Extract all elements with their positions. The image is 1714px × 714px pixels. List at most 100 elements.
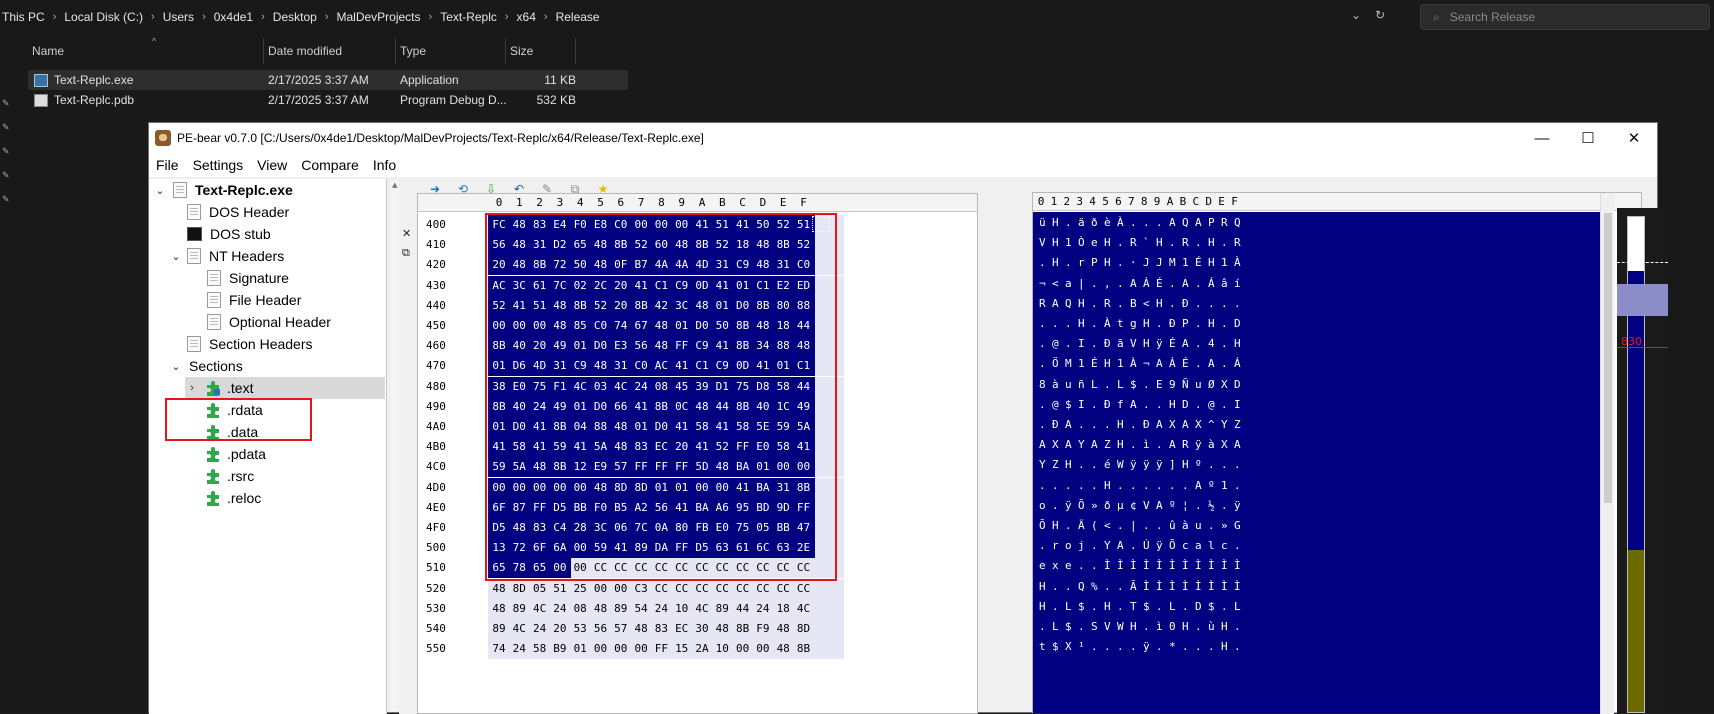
hex-byte[interactable]: 48 — [711, 619, 733, 639]
pin-icon[interactable]: ✎ — [2, 170, 10, 181]
hex-byte[interactable]: 48 — [488, 579, 510, 599]
hex-byte[interactable]: CC — [772, 579, 794, 599]
tree-item-section-reloc[interactable]: .reloc — [205, 487, 261, 509]
hex-byte[interactable]: 4C — [529, 599, 551, 619]
menu-info[interactable]: Info — [366, 157, 403, 173]
hex-byte[interactable]: 53 — [569, 619, 591, 639]
ascii-row[interactable]: ...H.ÀtgH.ÐP.H.D — [1039, 314, 1247, 334]
hex-byte[interactable]: CC — [711, 579, 733, 599]
ascii-row[interactable]: . H. r P H. · J J M 1 É H 1 À — [1039, 253, 1247, 273]
hex-byte[interactable]: 00 — [590, 579, 612, 599]
hex-byte[interactable]: 00 — [752, 639, 774, 659]
hex-byte[interactable]: 89 — [610, 599, 632, 619]
ascii-row[interactable]: R A Q H. R. B < H. Ð.... — [1039, 294, 1247, 314]
chevron-down-icon[interactable]: ⌄ — [169, 250, 183, 263]
hex-byte[interactable]: 51 — [549, 579, 571, 599]
hex-byte[interactable]: 24 — [549, 599, 571, 619]
hex-byte[interactable]: 8B — [793, 639, 815, 659]
hex-byte[interactable]: 00 — [610, 579, 632, 599]
ascii-row[interactable]: Õ H. Ä(<. |.. û à u.» G — [1039, 516, 1247, 536]
hex-byte[interactable]: 4C — [691, 599, 713, 619]
hex-byte[interactable]: 44 — [732, 599, 754, 619]
hex-view[interactable]: 0123456789ABCDEF 400 FC 48 83 E4 F0 E8 C0 00 00 00… — [417, 193, 978, 714]
ascii-row[interactable]: H. L $. H. T $. L. D $. L — [1039, 597, 1247, 617]
tree-item-section-rsrc[interactable]: .rsrc — [205, 465, 254, 487]
tree-item-nt-headers[interactable]: ⌄ NT Headers — [169, 245, 284, 267]
hex-byte[interactable]: 57 — [610, 619, 632, 639]
menu-compare[interactable]: Compare — [294, 157, 366, 173]
hex-byte[interactable]: 05 — [529, 579, 551, 599]
ascii-row[interactable]: V H 1 Òe H. R ` H. R. H. R — [1039, 233, 1247, 253]
float-panel-icon[interactable]: ⧉ — [402, 247, 410, 260]
hex-byte[interactable]: 15 — [671, 639, 693, 659]
hex-byte[interactable]: 00 — [590, 639, 612, 659]
tree-item-dos-stub[interactable]: DOS stub — [187, 223, 271, 245]
hex-byte[interactable]: 54 — [630, 599, 652, 619]
breadcrumb-item[interactable]: Text-Replc — [440, 10, 497, 24]
column-name[interactable]: Name — [28, 38, 264, 64]
hex-byte[interactable]: 4C — [508, 619, 530, 639]
hex-byte[interactable]: 74 — [488, 639, 510, 659]
tree-item-signature[interactable]: Signature — [207, 267, 289, 289]
hex-byte[interactable]: 10 — [711, 639, 733, 659]
file-row-exe[interactable]: Text-Replc.exe 2/17/2025 3:37 AM Applica… — [28, 70, 628, 90]
hex-byte[interactable]: CC — [671, 579, 693, 599]
hex-byte[interactable]: 48 — [630, 619, 652, 639]
column-size[interactable]: Size — [506, 38, 576, 64]
hex-byte[interactable]: 4C — [793, 599, 815, 619]
hex-byte[interactable]: 48 — [772, 619, 794, 639]
breadcrumb-separator-icon[interactable]: › — [53, 11, 57, 23]
breadcrumb-separator-icon[interactable]: › — [429, 11, 433, 23]
breadcrumb-item[interactable]: x64 — [517, 10, 536, 24]
refresh-icon[interactable]: ↻ — [1375, 8, 1385, 22]
tree-root[interactable]: ⌄ Text-Replc.exe — [153, 179, 293, 201]
breadcrumb-separator-icon[interactable]: › — [261, 11, 265, 23]
hex-byte[interactable]: 89 — [488, 619, 510, 639]
chevron-down-icon[interactable]: ⌄ — [169, 360, 183, 373]
ascii-row[interactable]: . Ö M 1 É H 1 À ¬ A Á É. A. Á — [1039, 354, 1247, 374]
ascii-body[interactable]: ü H. ä ð è À... A Q A P R Q V H 1 Òe H. R ` H. R. H. R. H. r P H. ·… — [1033, 212, 1600, 713]
hex-byte[interactable]: F9 — [752, 619, 774, 639]
tree-item-section-headers[interactable]: Section Headers — [187, 333, 313, 355]
pin-icon[interactable]: ✎ — [2, 194, 10, 205]
hex-byte[interactable]: 01 — [569, 639, 591, 659]
hex-byte[interactable]: 00 — [610, 639, 632, 659]
hex-byte[interactable]: 8B — [732, 619, 754, 639]
ascii-row[interactable]: 8 à u ñ L. L $. E 9 Ñu Ø X D — [1039, 375, 1247, 395]
close-icon[interactable]: ✕ — [1611, 123, 1657, 153]
hex-byte[interactable]: 24 — [529, 619, 551, 639]
breadcrumb-item[interactable]: Release — [556, 10, 600, 24]
ascii-row[interactable]: üH.äðèÀ...AQAPRQ — [1039, 213, 1247, 233]
hex-byte[interactable]: 20 — [549, 619, 571, 639]
pin-icon[interactable]: ✎ — [2, 146, 10, 157]
chevron-down-icon[interactable]: ⌄ — [1351, 8, 1361, 22]
ascii-row[interactable]: o. ÿ Õ» ð µ ¢ V Aº ¦. ½. ÿ — [1039, 496, 1247, 516]
breadcrumb-item[interactable]: MalDevProjects — [336, 10, 420, 24]
breadcrumb-item[interactable]: Desktop — [273, 10, 317, 24]
tree-item-sections[interactable]: ⌄ Sections — [169, 355, 242, 377]
ascii-row[interactable]: . @. I. Ðã V Hÿ É A. 4. H — [1039, 334, 1247, 354]
hex-byte[interactable]: B9 — [549, 639, 571, 659]
hex-byte[interactable]: 24 — [650, 599, 672, 619]
pin-icon[interactable]: ✎ — [2, 98, 10, 109]
tree-item-optional-header[interactable]: Optional Header — [207, 311, 331, 333]
hex-byte[interactable]: CC — [691, 579, 713, 599]
title-bar[interactable]: PE-bear v0.7.0 [C:/Users/0x4de1/Desktop/… — [149, 123, 1657, 153]
hex-byte[interactable]: 8D — [793, 619, 815, 639]
close-panel-icon[interactable]: ✕ — [402, 227, 411, 240]
hex-byte[interactable]: 24 — [508, 639, 530, 659]
ascii-row[interactable]: Y Z H.. é Wÿ ÿ ÿ] Hº... — [1039, 455, 1247, 475]
breadcrumb-item[interactable]: This PC — [2, 10, 45, 24]
minimize-icon[interactable]: — — [1519, 123, 1565, 153]
chevron-right-icon[interactable]: › — [185, 382, 199, 394]
search-box[interactable]: ⌕ Search Release — [1420, 4, 1710, 30]
entropy-map[interactable]: 830 — [1617, 208, 1668, 713]
ascii-row[interactable]: .....H......Aº1. — [1039, 476, 1247, 496]
ascii-row[interactable]: AXAYAZH.ì.ARÿàXA — [1039, 435, 1247, 455]
hex-byte[interactable]: 58 — [529, 639, 551, 659]
ascii-row[interactable]: . Ð A... H. Ð A X A X ^ Y Z — [1039, 415, 1247, 435]
tree-item-dos-header[interactable]: DOS Header — [187, 201, 289, 223]
hex-byte[interactable]: CC — [650, 579, 672, 599]
breadcrumb-item[interactable]: Users — [163, 10, 194, 24]
hex-byte[interactable]: CC — [752, 579, 774, 599]
